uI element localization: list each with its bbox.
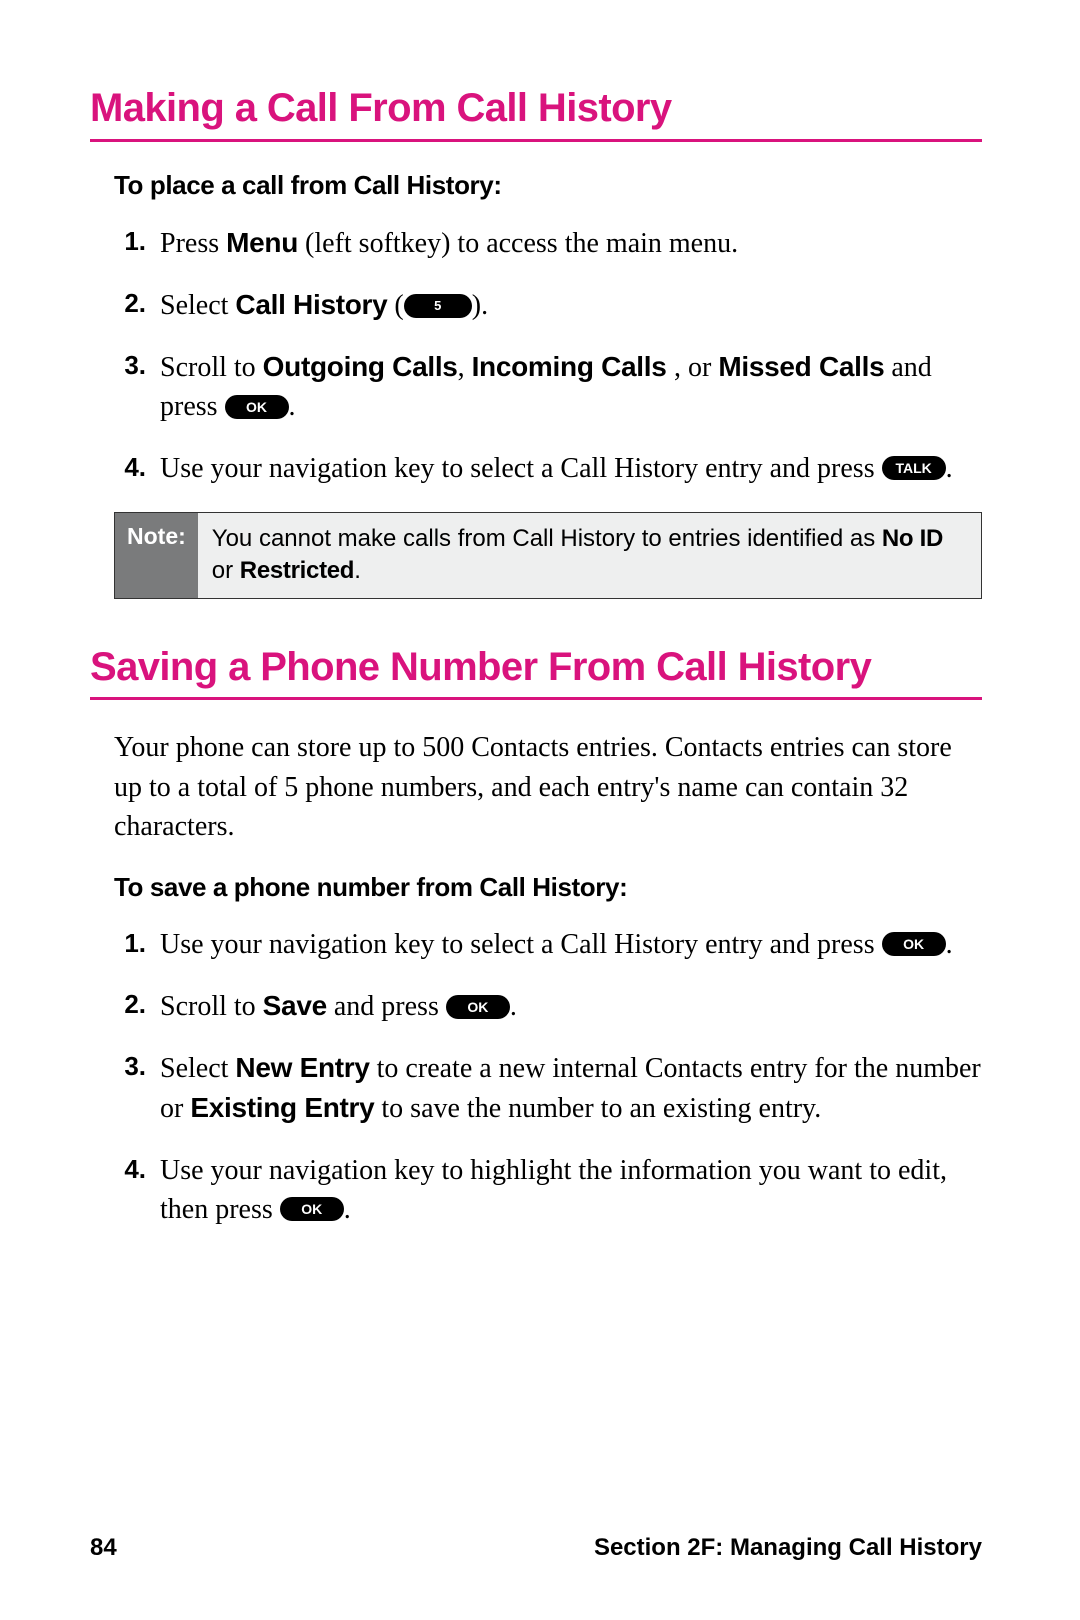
ok-key-icon: OK (280, 1197, 344, 1221)
step-body: Select New Entry to create a new interna… (160, 1048, 982, 1128)
step-number: 1. (114, 223, 160, 259)
step-body: Press Menu (left softkey) to access the … (160, 223, 982, 263)
new-entry-label: New Entry (235, 1052, 369, 1083)
step-body: Scroll to Save and press OK. (160, 986, 982, 1026)
missed-calls-label: Missed Calls (718, 351, 884, 382)
existing-entry-label: Existing Entry (190, 1092, 374, 1123)
talk-key-icon: TALK (882, 456, 946, 480)
step-4: 4. Use your navigation key to select a C… (114, 449, 982, 488)
step-4: 4. Use your navigation key to highlight … (114, 1151, 982, 1229)
note-body: You cannot make calls from Call History … (198, 513, 981, 598)
subhead-save-number: To save a phone number from Call History… (114, 872, 982, 903)
note-label: Note: (115, 513, 198, 598)
heading-making-call: Making a Call From Call History (90, 84, 982, 142)
step-number: 4. (114, 1151, 160, 1187)
page-footer: 84 Section 2F: Managing Call History (90, 1534, 982, 1562)
page-number: 84 (90, 1534, 117, 1562)
step-body: Use your navigation key to highlight the… (160, 1151, 982, 1229)
step-number: 4. (114, 449, 160, 485)
step-body: Use your navigation key to select a Call… (160, 925, 982, 964)
five-key-icon: 5 (404, 294, 472, 318)
outgoing-calls-label: Outgoing Calls (263, 351, 458, 382)
step-body: Scroll to Outgoing Calls, Incoming Calls… (160, 347, 982, 426)
menu-key: Menu (226, 227, 298, 258)
step-2: 2. Select Call History (5). (114, 285, 982, 325)
note-box: Note: You cannot make calls from Call Hi… (114, 512, 982, 599)
incoming-calls-label: Incoming Calls (472, 351, 674, 382)
save-label: Save (263, 990, 327, 1021)
ok-key-icon: OK (225, 395, 289, 419)
no-id-label: No ID (882, 525, 943, 552)
ok-key-icon: OK (446, 995, 510, 1019)
intro-paragraph: Your phone can store up to 500 Contacts … (114, 728, 982, 846)
step-1: 1. Press Menu (left softkey) to access t… (114, 223, 982, 263)
step-number: 2. (114, 285, 160, 321)
step-3: 3. Scroll to Outgoing Calls, Incoming Ca… (114, 347, 982, 426)
ok-key-icon: OK (882, 932, 946, 956)
section-title: Section 2F: Managing Call History (594, 1534, 982, 1562)
step-number: 2. (114, 986, 160, 1022)
step-body: Use your navigation key to select a Call… (160, 449, 982, 488)
step-1: 1. Use your navigation key to select a C… (114, 925, 982, 964)
step-2: 2. Scroll to Save and press OK. (114, 986, 982, 1026)
step-number: 1. (114, 925, 160, 961)
step-number: 3. (114, 1048, 160, 1084)
subhead-place-call: To place a call from Call History: (114, 170, 982, 201)
steps-place-call: 1. Press Menu (left softkey) to access t… (114, 223, 982, 488)
call-history-label: Call History (235, 289, 387, 320)
step-number: 3. (114, 347, 160, 383)
step-3: 3. Select New Entry to create a new inte… (114, 1048, 982, 1128)
step-body: Select Call History (5). (160, 285, 982, 325)
steps-save-number: 1. Use your navigation key to select a C… (114, 925, 982, 1229)
restricted-label: Restricted (240, 557, 354, 584)
heading-saving-number: Saving a Phone Number From Call History (90, 643, 982, 701)
